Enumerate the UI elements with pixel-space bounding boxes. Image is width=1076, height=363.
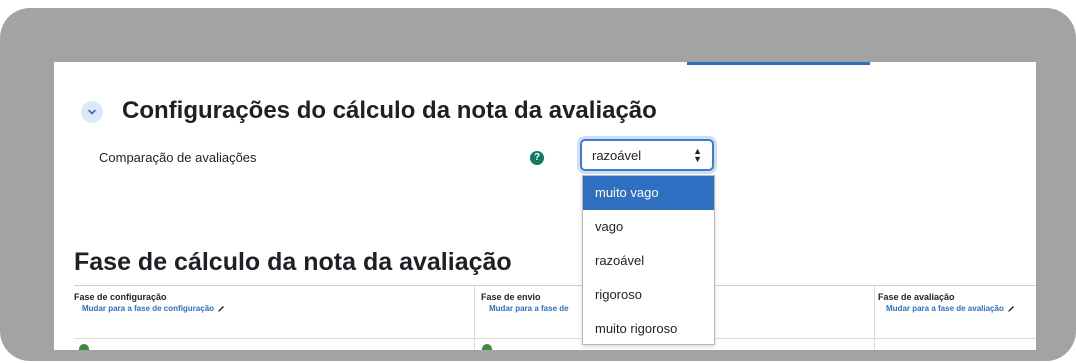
switch-phase-link[interactable]: Mudar para a fase de avaliação: [886, 304, 1036, 313]
pencil-icon: [1007, 305, 1014, 312]
collapse-section-button[interactable]: [81, 101, 103, 123]
chevron-down-icon: [88, 109, 96, 115]
table-divider: [74, 285, 1036, 286]
phase-name: Fase de avaliação: [878, 292, 955, 302]
column-divider: [874, 285, 875, 350]
switch-phase-link-text: Mudar para a fase de avaliação: [886, 304, 1004, 313]
active-tab-indicator: [687, 62, 870, 65]
comparison-select[interactable]: razoável ▲ ▼: [580, 139, 714, 171]
select-value: razoável: [592, 147, 642, 163]
dropdown-option[interactable]: vago: [583, 210, 714, 244]
pencil-icon: [218, 305, 225, 312]
status-check-icon: [79, 344, 89, 350]
switch-phase-link-text: Mudar para a fase de: [489, 304, 569, 313]
comparison-dropdown: muito vago vago razoável rigoroso muito …: [582, 175, 715, 345]
column-divider: [474, 285, 475, 350]
phases-title: Fase de cálculo da nota da avaliação: [74, 248, 512, 276]
table-row-divider: [74, 338, 1036, 339]
dropdown-option[interactable]: razoável: [583, 244, 714, 278]
phase-assessment: Fase de avaliação Mudar para a fase de a…: [878, 292, 1036, 350]
switch-phase-link-text: Mudar para a fase de configuração: [82, 304, 215, 313]
dropdown-option[interactable]: muito rigoroso: [583, 312, 714, 346]
dropdown-option[interactable]: muito vago: [583, 176, 714, 210]
content-panel: Configurações do cálculo da nota da aval…: [54, 62, 1036, 350]
phase-setup: Fase de configuração Mudar para a fase d…: [74, 292, 494, 350]
dropdown-option[interactable]: rigoroso: [583, 278, 714, 312]
select-caret-icon: ▲ ▼: [693, 146, 702, 164]
comparison-label: Comparação de avaliações: [99, 150, 257, 165]
section-title: Configurações do cálculo da nota da aval…: [122, 97, 657, 124]
switch-phase-link[interactable]: Mudar para a fase de configuração: [82, 304, 494, 313]
phase-name: Fase de configuração: [74, 292, 167, 302]
screenshot-frame: Configurações do cálculo da nota da aval…: [0, 8, 1076, 361]
question-circle-icon[interactable]: ?: [530, 151, 544, 165]
status-check-icon: [482, 344, 492, 350]
